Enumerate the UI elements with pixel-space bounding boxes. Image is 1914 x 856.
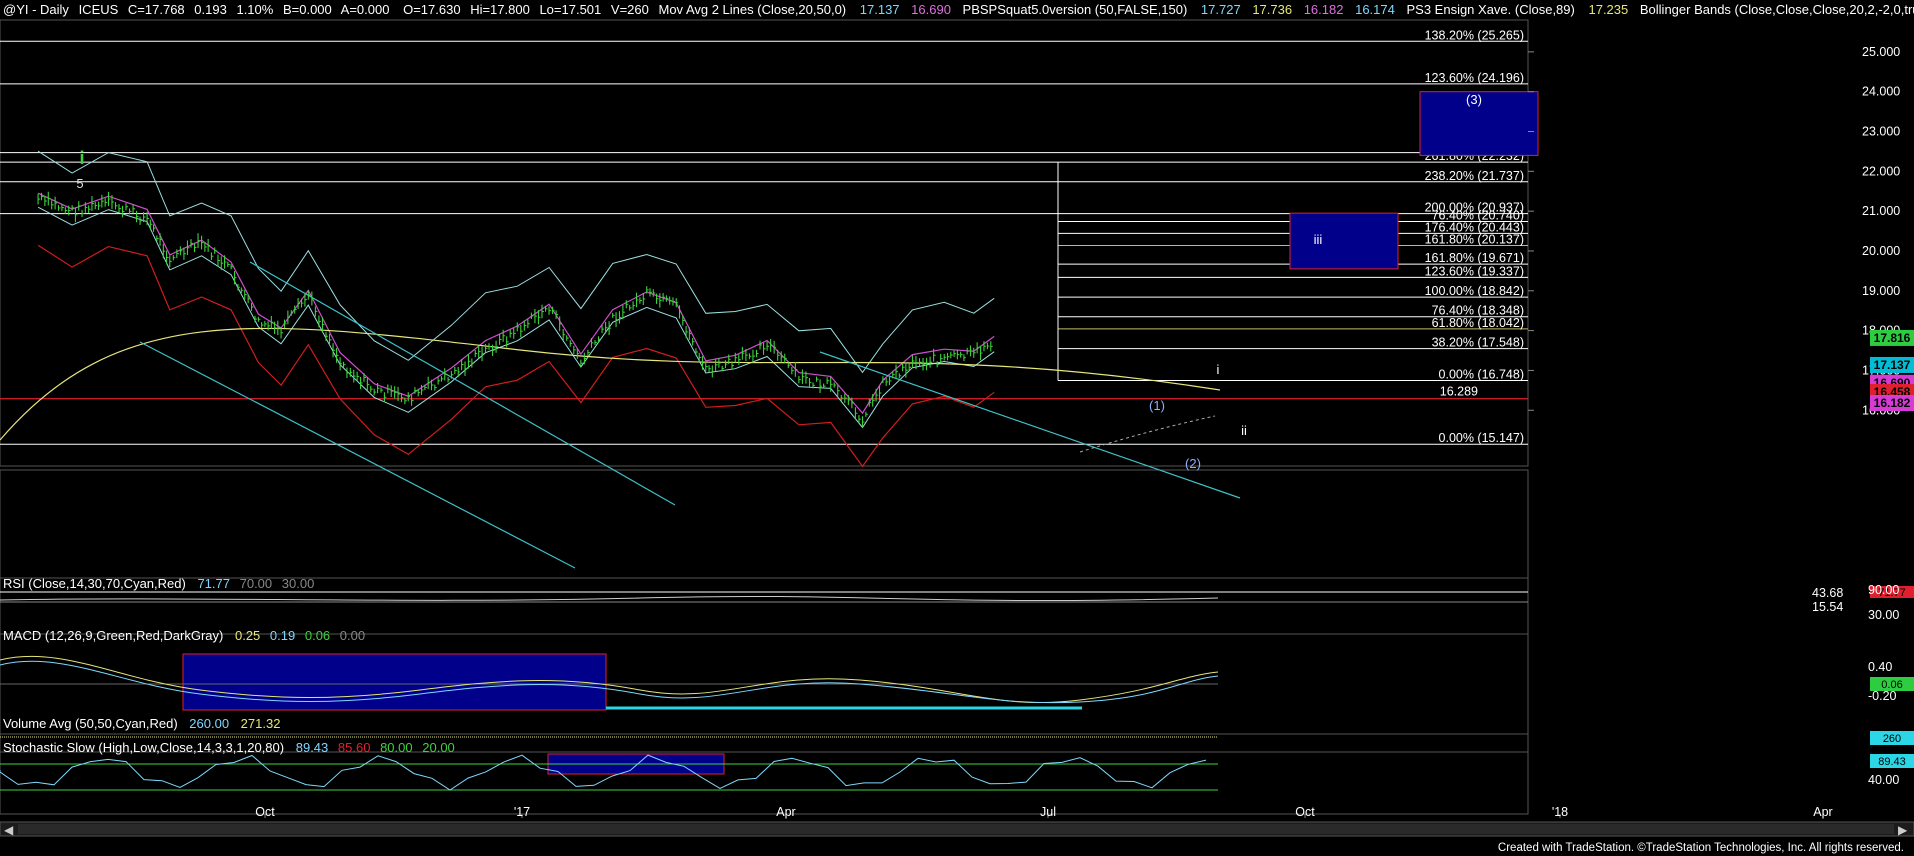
wave-label: (3) — [1466, 92, 1482, 107]
ps3-label: PS3 Ensign Xave. (Close,89) — [1406, 2, 1574, 17]
wave-marker-icon: i — [79, 148, 84, 168]
price-badges: 17.81617.13716.69016.45816.182 — [1870, 329, 1914, 412]
wave-label: iii — [1314, 232, 1323, 247]
fib-label: 123.60% (19.337) — [1425, 264, 1524, 278]
symbol-label: @YI - Daily — [3, 2, 69, 17]
pbs4-value: 16.174 — [1355, 2, 1395, 17]
stochastic-label: Stochastic Slow (High,Low,Close,14,3,3,1… — [3, 740, 284, 755]
y-tick-label: 21.000 — [1862, 204, 1900, 218]
low-value: Lo=17.501 — [539, 2, 601, 17]
high-value: Hi=17.800 — [470, 2, 530, 17]
stochastic-value-3: 80.00 — [380, 740, 413, 755]
scroll-left-arrow-icon[interactable]: ◀ — [4, 823, 14, 837]
last-price: C=17.768 — [128, 2, 185, 17]
rsi-tick-label: 30.00 — [1868, 608, 1899, 622]
stochastic-header: Stochastic Slow (High,Low,Close,14,3,3,1… — [3, 740, 455, 755]
fib-label: 61.80% (18.042) — [1432, 316, 1524, 330]
stochastic-badge-text: 89.43 — [1878, 756, 1906, 768]
chart-background — [0, 0, 1914, 856]
ma2-value: 16.690 — [911, 2, 951, 17]
y-tick-label: 19.000 — [1862, 284, 1900, 298]
macd-highlight-box — [182, 653, 607, 711]
x-tick-label: Apr — [1813, 805, 1832, 819]
y-tick-label: 24.000 — [1862, 85, 1900, 99]
scroll-right-arrow-icon[interactable]: ▶ — [1898, 823, 1908, 837]
price-badge-text: 17.816 — [1874, 331, 1911, 345]
change-pct: 1.10% — [236, 2, 273, 17]
ask-value: A=0.000 — [341, 2, 390, 17]
rsi-label: RSI (Close,14,30,70,Cyan,Red) — [3, 576, 186, 591]
price-badge-text: 16.182 — [1874, 396, 1911, 410]
rsi-value-1: 71.77 — [197, 576, 230, 591]
macd-header: MACD (12,26,9,Green,Red,DarkGray) 0.25 0… — [3, 628, 365, 643]
fib-label: 0.00% (15.147) — [1439, 431, 1524, 445]
ps3-value: 17.235 — [1588, 2, 1628, 17]
fib-label: 123.60% (24.196) — [1425, 71, 1524, 85]
volume-value: V=260 — [611, 2, 649, 17]
bollinger-label: Bollinger Bands (Close,Close,Close,20,2,… — [1640, 2, 1914, 17]
fib-label: 0.00% (16.748) — [1439, 367, 1524, 381]
rsi-value-3: 30.00 — [282, 576, 315, 591]
macd-value-3: 0.06 — [305, 628, 330, 643]
stochastic-value-4: 20.00 — [422, 740, 455, 755]
x-tick-label: Apr — [776, 805, 795, 819]
macd-value-1: 0.25 — [235, 628, 260, 643]
change-value: 0.193 — [194, 2, 227, 17]
copyright-footer: Created with TradeStation. ©TradeStation… — [1497, 842, 1904, 854]
wave-label: (2) — [1185, 456, 1201, 471]
x-tick-label: '18 — [1552, 805, 1568, 819]
price-badge-text: 17.137 — [1874, 358, 1911, 372]
rsi-tick-label: 90.00 — [1868, 583, 1899, 597]
y-tick-label: 23.000 — [1862, 125, 1900, 139]
volume-value-1: 260.00 — [189, 716, 229, 731]
wave-label: 5 — [76, 176, 83, 191]
y-tick-label: 22.000 — [1862, 164, 1900, 178]
ma1-value: 17.137 — [860, 2, 900, 17]
fib-label: 100.00% (18.842) — [1425, 284, 1524, 298]
volume-badge-text: 260 — [1883, 733, 1901, 745]
bid-value: B=0.000 — [283, 2, 332, 17]
rsi-tick-label: 43.68 — [1812, 586, 1843, 600]
macd-tick-label: -0.20 — [1868, 689, 1897, 703]
wave-label: i — [1217, 362, 1220, 377]
x-tick-label: '17 — [514, 805, 530, 819]
wave-label: (1) — [1149, 398, 1165, 413]
stochastic-value-1: 89.43 — [296, 740, 329, 755]
pbs2-value: 17.736 — [1252, 2, 1292, 17]
volume-label: Volume Avg (50,50,Cyan,Red) — [3, 716, 178, 731]
ma-label: Mov Avg 2 Lines (Close,20,50,0) — [658, 2, 846, 17]
pbs-label: PBSPSquat5.0version (50,FALSE,150) — [963, 2, 1188, 17]
pbs1-value: 17.727 — [1201, 2, 1241, 17]
horizontal-scrollbar[interactable] — [0, 821, 1914, 837]
rsi-tick-label: 15.54 — [1812, 600, 1843, 614]
macd-label: MACD (12,26,9,Green,Red,DarkGray) — [3, 628, 223, 643]
wave-label: ii — [1241, 423, 1247, 438]
open-value: O=17.630 — [403, 2, 460, 17]
y-tick-label: 20.000 — [1862, 244, 1900, 258]
pbs3-value: 16.182 — [1304, 2, 1344, 17]
stochastic-value-2: 85.60 — [338, 740, 371, 755]
rsi-value-2: 70.00 — [240, 576, 273, 591]
exchange-label: ICEUS — [79, 2, 119, 17]
macd-value-4: 0.00 — [340, 628, 365, 643]
wave-iii-target-box — [1289, 212, 1399, 270]
rsi-header: RSI (Close,14,30,70,Cyan,Red) 71.77 70.0… — [3, 576, 314, 591]
x-tick-label: Oct — [1295, 805, 1315, 819]
price-chart[interactable]: 138.20% (25.265) 123.60% (24.196) 100.00% … — [0, 0, 1914, 856]
x-tick-label: Oct — [255, 805, 275, 819]
volume-value-2: 271.32 — [241, 716, 281, 731]
fib-label: 138.20% (25.265) — [1425, 28, 1524, 42]
macd-value-2: 0.19 — [270, 628, 295, 643]
stochastic-tick-label: 40.00 — [1868, 773, 1899, 787]
fib-label: 38.20% (17.548) — [1432, 336, 1524, 350]
fib-label: 238.20% (21.737) — [1425, 169, 1524, 183]
support-label: 16.289 — [1440, 385, 1478, 399]
fib-label: 161.80% (19.671) — [1425, 251, 1524, 265]
fib-label: 161.80% (20.137) — [1425, 233, 1524, 247]
y-tick-label: 25.000 — [1862, 45, 1900, 59]
x-tick-label: Jul — [1040, 805, 1056, 819]
macd-tick-label: 0.40 — [1868, 660, 1892, 674]
macd-badge-text: 0.06 — [1881, 679, 1902, 691]
